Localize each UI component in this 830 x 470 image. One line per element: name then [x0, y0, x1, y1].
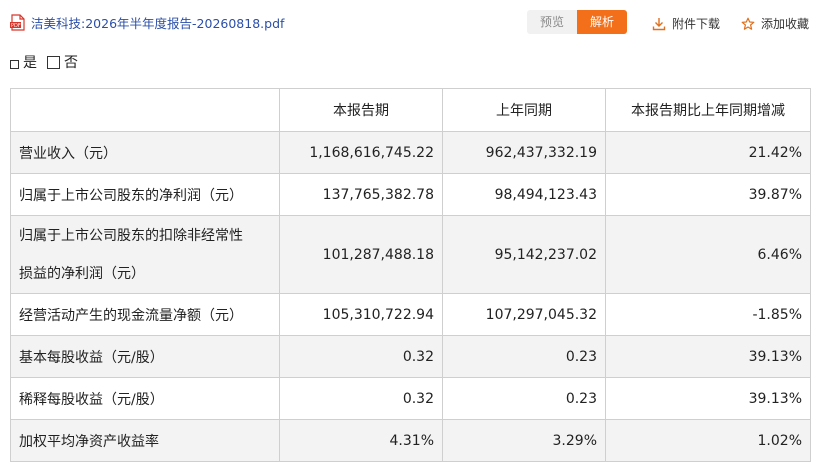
star-icon: [741, 17, 755, 31]
download-icon: [652, 17, 666, 31]
row-label-line: 损益的净利润（元）: [19, 265, 145, 282]
financial-summary-table: 本报告期 上年同期 本报告期比上年同期增减 营业收入（元） 1,168,616,…: [10, 88, 811, 462]
parse-button[interactable]: 解析: [577, 10, 627, 34]
row-label: 基本每股收益（元/股）: [10, 335, 280, 378]
add-favorite-button[interactable]: 添加收藏: [741, 15, 809, 32]
row-label: 归属于上市公司股东的净利润（元）: [10, 173, 280, 216]
row-label: 经营活动产生的现金流量净额（元）: [10, 293, 280, 336]
prior-period-value: 962,437,332.19: [442, 131, 606, 174]
table-row: 基本每股收益（元/股） 0.32 0.23 39.13%: [10, 335, 811, 378]
table-row: 营业收入（元） 1,168,616,745.22 962,437,332.19 …: [10, 131, 811, 174]
preview-button[interactable]: 预览: [527, 10, 577, 34]
pdf-file-icon: PDF: [10, 14, 26, 31]
current-period-value: 0.32: [279, 377, 443, 420]
change-value: 39.87%: [605, 173, 811, 216]
row-label: 稀释每股收益（元/股）: [10, 377, 280, 420]
change-value: 39.13%: [605, 335, 811, 378]
table-row: 归属于上市公司股东的净利润（元） 137,765,382.78 98,494,1…: [10, 173, 811, 216]
current-period-value: 0.32: [279, 335, 443, 378]
header-cell: 上年同期: [442, 88, 606, 132]
current-period-value: 4.31%: [279, 419, 443, 462]
change-value: 1.02%: [605, 419, 811, 462]
yes-label: 是: [23, 55, 37, 71]
prior-period-value: 107,297,045.32: [442, 293, 606, 336]
file-link[interactable]: PDF 洁美科技:2026年半年度报告-20260818.pdf: [10, 13, 284, 32]
change-value: 21.42%: [605, 131, 811, 174]
row-label: 加权平均净资产收益率: [10, 419, 280, 462]
download-attachment-button[interactable]: 附件下载: [652, 15, 720, 32]
header-cell: 本报告期比上年同期增减: [605, 88, 811, 132]
prior-period-value: 0.23: [442, 377, 606, 420]
no-checkbox[interactable]: [47, 55, 60, 69]
table-row: 归属于上市公司股东的扣除非经常性 损益的净利润（元） 101,287,488.1…: [10, 215, 811, 294]
change-value: 39.13%: [605, 377, 811, 420]
header-cell: [10, 88, 280, 132]
row-label-line: 归属于上市公司股东的扣除非经常性: [19, 227, 243, 244]
prior-period-value: 3.29%: [442, 419, 606, 462]
table-row: 稀释每股收益（元/股） 0.32 0.23 39.13%: [10, 377, 811, 420]
file-name[interactable]: 洁美科技:2026年半年度报告-20260818.pdf: [31, 13, 284, 32]
svg-text:PDF: PDF: [11, 23, 21, 29]
current-period-value: 1,168,616,745.22: [279, 131, 443, 174]
header-cell: 本报告期: [279, 88, 443, 132]
row-label: 营业收入（元）: [10, 131, 280, 174]
prior-period-value: 98,494,123.43: [442, 173, 606, 216]
top-bar: PDF 洁美科技:2026年半年度报告-20260818.pdf 预览 解析 附…: [0, 0, 830, 44]
favorite-label: 添加收藏: [761, 17, 810, 31]
prior-period-value: 95,142,237.02: [442, 215, 606, 294]
yes-checkbox[interactable]: [10, 59, 19, 69]
table-row: 经营活动产生的现金流量净额（元） 105,310,722.94 107,297,…: [10, 293, 811, 336]
prior-period-value: 0.23: [442, 335, 606, 378]
current-period-value: 101,287,488.18: [279, 215, 443, 294]
table-row: 加权平均净资产收益率 4.31% 3.29% 1.02%: [10, 419, 811, 462]
current-period-value: 105,310,722.94: [279, 293, 443, 336]
table-header-row: 本报告期 上年同期 本报告期比上年同期增减: [10, 88, 811, 132]
change-value: 6.46%: [605, 215, 811, 294]
change-value: -1.85%: [605, 293, 811, 336]
yes-no-options: 是 否: [10, 52, 78, 72]
no-label: 否: [64, 55, 78, 71]
download-label: 附件下载: [672, 17, 721, 31]
view-mode-toggle: 预览 解析: [527, 10, 627, 34]
row-label: 归属于上市公司股东的扣除非经常性 损益的净利润（元）: [10, 215, 280, 294]
current-period-value: 137,765,382.78: [279, 173, 443, 216]
